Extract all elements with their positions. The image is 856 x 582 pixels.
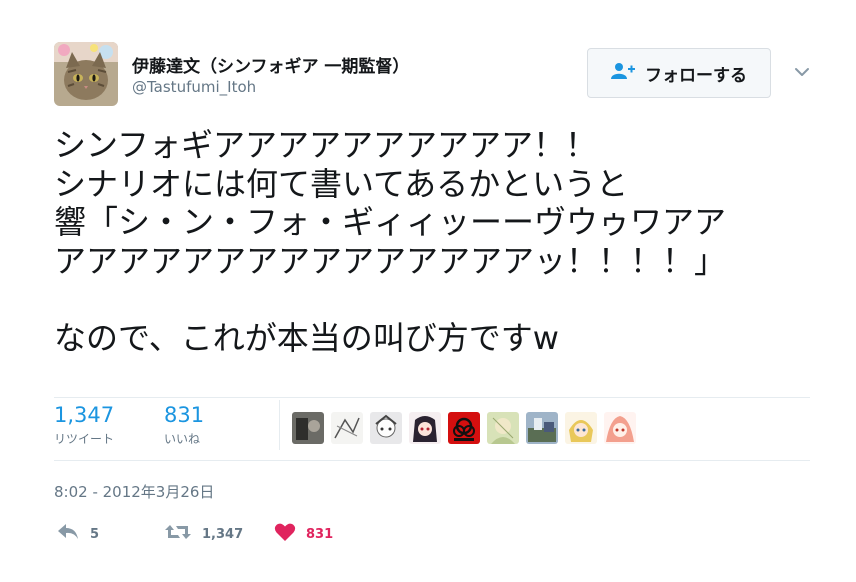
tweet-line: アアアアアアアアアアアアアアアッ！！！！」 (54, 241, 727, 280)
reply-icon (56, 522, 80, 546)
retweet-label: リツイート (54, 432, 115, 446)
retweet-count: 1,347 (54, 403, 115, 427)
retweet-stat[interactable]: 1,347 リツイート (54, 402, 114, 447)
tweet-stats: 1,347 リツイート 831 いいね (54, 400, 810, 458)
tweet-line: シンフォギアアアアアアアアアア！！ (54, 126, 598, 164)
chevron-down-icon[interactable] (792, 62, 812, 82)
like-count: 831 (164, 403, 205, 427)
tweet-line: なので、これが本当の叫び方ですw (54, 318, 559, 357)
reply-count: 5 (90, 526, 100, 542)
follow-button[interactable]: フォローする (587, 48, 771, 98)
retweet-button[interactable]: 1,347 (164, 522, 243, 546)
avatar[interactable] (604, 412, 636, 444)
avatar[interactable] (54, 42, 118, 106)
retweet-action-count: 1,347 (202, 526, 244, 542)
avatar[interactable] (370, 412, 402, 444)
like-button[interactable]: 831 (274, 522, 333, 546)
avatar[interactable] (448, 412, 480, 444)
follow-button-label: フォローする (645, 65, 747, 86)
divider (54, 397, 810, 398)
display-name[interactable]: 伊藤達文（シンフォギア 一期監督） (132, 52, 409, 77)
add-user-icon (611, 62, 635, 84)
tweet-timestamp[interactable]: 8:02 - 2012年3月26日 (54, 481, 214, 502)
tweet-line: シナリオには何て書いてあるかというと (54, 164, 629, 203)
like-label: いいね (164, 432, 201, 446)
avatar[interactable] (526, 412, 558, 444)
tweet-line: 響「シ・ン・フォ・ギィィッーーヴウゥワアア (54, 203, 727, 241)
like-stat[interactable]: 831 いいね (164, 402, 204, 447)
like-action-count: 831 (306, 526, 334, 542)
liker-avatars (292, 412, 636, 444)
reply-button[interactable]: 5 (56, 522, 99, 546)
divider (54, 460, 810, 461)
avatar[interactable] (487, 412, 519, 444)
divider (279, 400, 280, 450)
avatar[interactable] (331, 412, 363, 444)
avatar[interactable] (292, 412, 324, 444)
user-handle[interactable]: @Tastufumi_Itoh (132, 78, 256, 96)
avatar[interactable] (409, 412, 441, 444)
heart-icon (274, 522, 296, 546)
avatar[interactable] (565, 412, 597, 444)
retweet-icon (164, 522, 192, 546)
tweet-actions: 5 1,347 831 (56, 520, 456, 550)
tweet-text: シンフォギアアアアアアアアアア！！ シナリオには何て書いてあるかというと 響「シ… (54, 126, 824, 357)
tweet-header: 伊藤達文（シンフォギア 一期監督） @Tastufumi_Itoh フォローする (54, 42, 814, 106)
